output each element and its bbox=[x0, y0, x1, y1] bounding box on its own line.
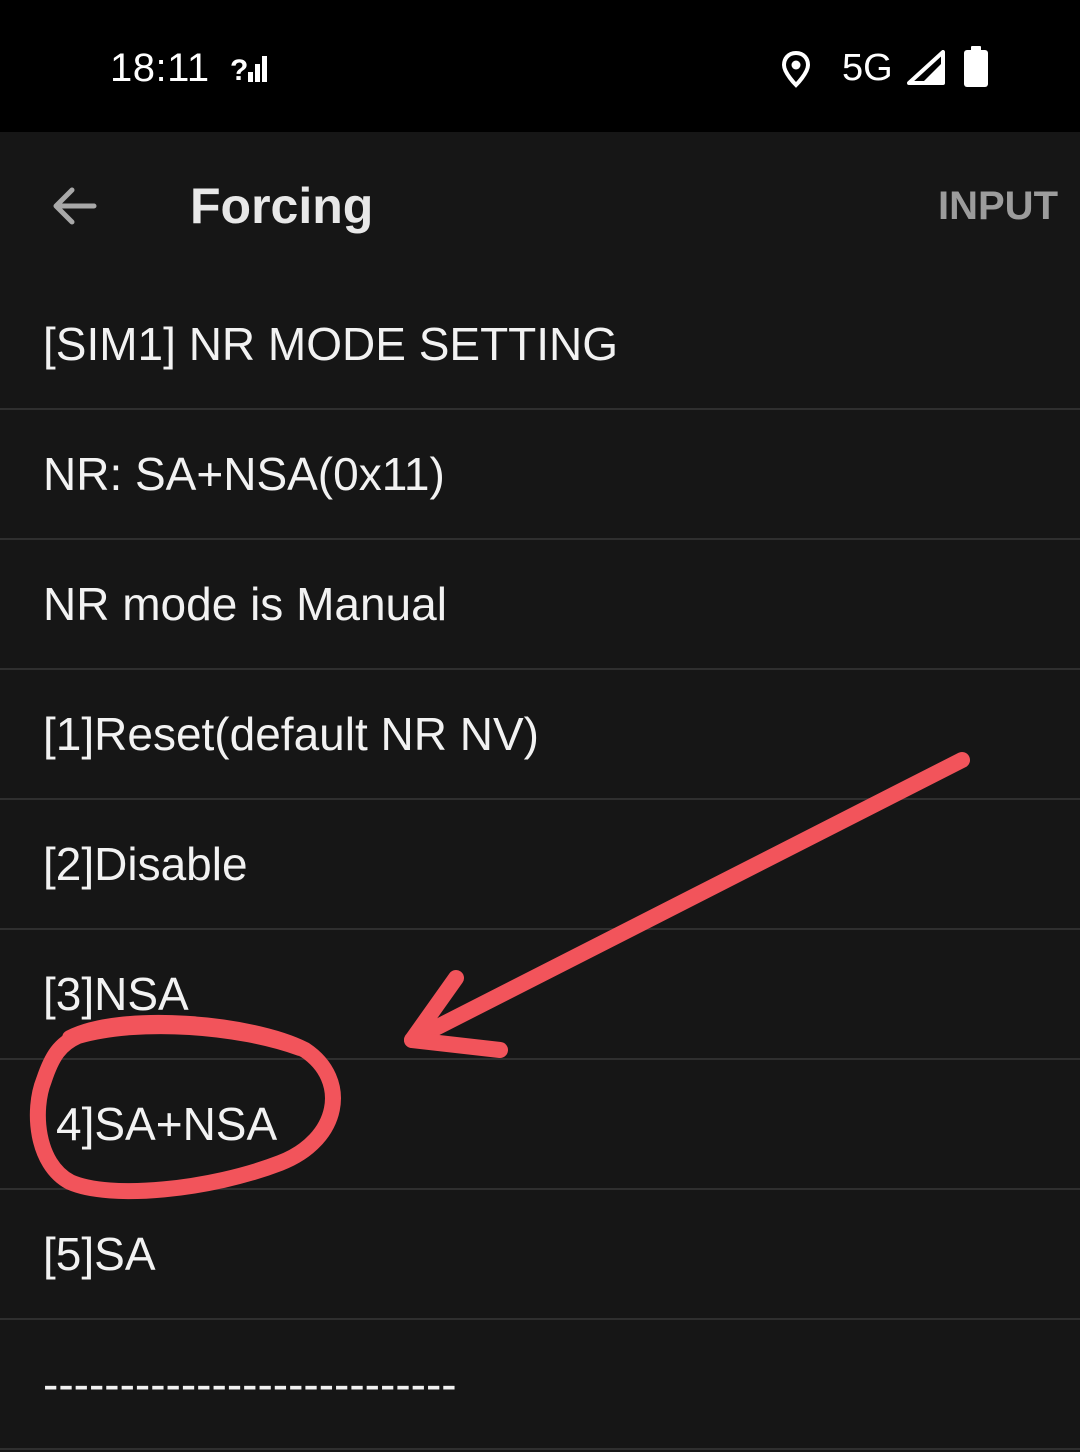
location-icon bbox=[781, 50, 811, 88]
back-button[interactable] bbox=[36, 174, 112, 238]
nr-mode-list: [SIM1] NR MODE SETTING NR: SA+NSA(0x11) … bbox=[0, 280, 1080, 1450]
list-item-nr-status: NR: SA+NSA(0x11) bbox=[0, 410, 1080, 540]
list-item-disable[interactable]: [2]Disable bbox=[0, 800, 1080, 930]
input-button[interactable]: INPUT bbox=[938, 182, 1058, 230]
list-item-label: [1]Reset(default NR NV) bbox=[43, 708, 539, 760]
list-item-sa[interactable]: [5]SA bbox=[0, 1190, 1080, 1320]
svg-text:?: ? bbox=[230, 54, 248, 86]
list-item-label: [5]SA bbox=[43, 1228, 156, 1280]
cell-signal-icon bbox=[907, 50, 945, 85]
list-item-label: [SIM1] NR MODE SETTING bbox=[43, 318, 619, 370]
signal-question-icon: ? bbox=[230, 54, 267, 86]
battery-icon bbox=[964, 46, 988, 87]
toolbar: Forcing INPUT bbox=[0, 132, 1080, 280]
status-time: 18:11 bbox=[110, 46, 210, 90]
list-item-separator: --------------------------- bbox=[0, 1320, 1080, 1450]
list-item-label: [3]NSA bbox=[43, 968, 189, 1020]
list-item-label: NR mode is Manual bbox=[43, 578, 447, 630]
list-item-label: NR: SA+NSA(0x11) bbox=[43, 448, 445, 500]
arrow-left-icon bbox=[53, 187, 97, 225]
list-item-nr-mode: NR mode is Manual bbox=[0, 540, 1080, 670]
list-item-reset[interactable]: [1]Reset(default NR NV) bbox=[0, 670, 1080, 800]
status-bar: 18:11 ? 5G bbox=[0, 0, 1080, 132]
list-item-label: [2]Disable bbox=[43, 838, 248, 890]
list-item-label: 4]SA+NSA bbox=[56, 1098, 278, 1150]
list-item-sa-nsa[interactable]: 4]SA+NSA bbox=[0, 1060, 1080, 1190]
list-item-nsa[interactable]: [3]NSA bbox=[0, 930, 1080, 1060]
page-title: Forcing bbox=[190, 178, 374, 234]
list-item-header: [SIM1] NR MODE SETTING bbox=[0, 280, 1080, 410]
list-item-label: --------------------------- bbox=[43, 1358, 457, 1410]
network-type-label: 5G bbox=[842, 47, 893, 89]
app-screen: Forcing INPUT [SIM1] NR MODE SETTING NR:… bbox=[0, 132, 1080, 1452]
